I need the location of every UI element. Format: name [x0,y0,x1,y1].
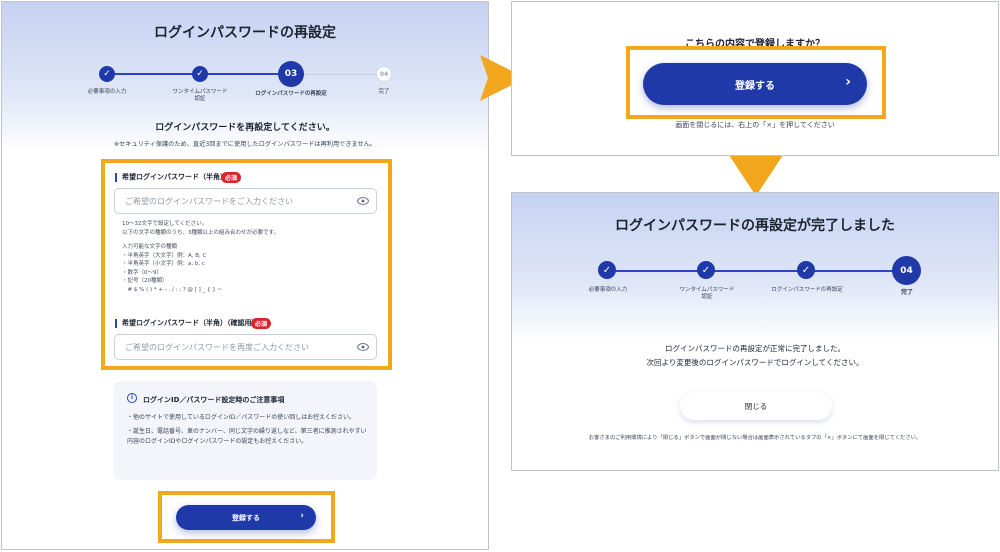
show-password-eye-icon[interactable] [357,197,369,205]
section-heading: ログインパスワードを再設定してください。 [155,123,335,133]
password-rules: 10〜32文字で設定してください。 以下の文字の種類のうち、3種類以上の組み合わ… [122,221,279,293]
step-4-label: 完了 [378,89,390,95]
step-1-complete-icon: ✓ [99,66,115,82]
confirm-password-input[interactable]: ご希望のログインパスワードを再度ご入力ください [114,334,377,360]
notice-item: ・他のサイトで使用しているログインID／パスワードの使い回しはお控えください。 [127,414,356,421]
confirm-password-field-label: 希望ログインパスワード（半角）（確認用） [115,319,259,328]
password-reset-form-panel: ログインパスワードの再設定 ✓ ✓ 03 04 必要事項の入力 ワンタイムパスワ… [1,1,489,550]
completion-message: 次回より変更後のログインパスワードでログインしてください。 [646,358,864,367]
caution-notice-box: i ログインID／パスワード設定時のご注意事項 ・他のサイトで使用しているログイ… [113,381,377,480]
confirm-dialog-panel: こちらの内容で登録しますか？ 登録する › 画面を閉じるには、右上の「×」を押し… [511,1,999,156]
password-input[interactable]: ご希望のログインパスワードをご入力ください [114,188,377,214]
completion-message: ログインパスワードの再設定が正常に完了しました。 [665,344,845,353]
step-2-label: ワンタイムパスワード 認証 [679,287,735,300]
completion-panel: ログインパスワードの再設定が完了しました ✓ ✓ ✓ 04 必要事項の入力 ワン… [511,192,999,471]
step-1-complete-icon: ✓ [598,261,616,279]
step-3-label: ログインパスワードの再設定 [255,91,327,97]
step-4-current: 04 [892,256,921,285]
arrow-down-icon [727,152,785,196]
required-badge: 必須 [221,172,242,183]
step-2-label: ワンタイムパスワード 認証 [172,89,228,102]
step-2-complete-icon: ✓ [697,261,715,279]
step-3-current: 03 [278,61,304,87]
close-footnote: お客さまのご利用環境により「閉じる」ボタンで画面が閉じない場合は画面表示されてい… [588,435,922,441]
close-hint: 画面を閉じるには、右上の「×」を押してください [675,121,835,129]
close-button[interactable]: 閉じる [680,392,832,420]
step-4-pending: 04 [376,66,392,82]
step-3-label: ログインパスワードの再設定 [771,287,843,293]
required-badge: 必須 [251,318,272,329]
step-4-label: 完了 [900,289,913,296]
step-3-complete-icon: ✓ [797,261,815,279]
step-1-label: 必要事項の入力 [588,287,628,293]
notice-title: ログインID／パスワード設定時のご注意事項 [143,396,285,404]
chevron-right-icon: › [845,74,851,90]
notice-item: ・誕生日、電話番号、車のナンバー、同じ文字の繰り返しなど、第三者に推測されやすい… [127,427,367,446]
show-password-eye-icon[interactable] [357,343,369,351]
chevron-right-icon: › [300,511,304,521]
info-icon: i [127,393,137,403]
password-field-label: 希望ログインパスワード（半角） [115,173,227,182]
step-2-complete-icon: ✓ [192,66,208,82]
register-button[interactable]: 登録する › [176,505,316,530]
step-1-label: 必要事項の入力 [87,89,127,95]
progress-stepper: ✓ ✓ ✓ 04 必要事項の入力 ワンタイムパスワード 認証 ログインパスワード… [512,193,998,303]
register-button[interactable]: 登録する › [643,63,867,105]
reuse-note: ※セキュリティ保護のため、直近3回までに使用したログインパスワードは再利用できま… [113,141,377,148]
progress-stepper: ✓ ✓ 03 04 必要事項の入力 ワンタイムパスワード 認証 ログインパスワー… [2,2,488,112]
